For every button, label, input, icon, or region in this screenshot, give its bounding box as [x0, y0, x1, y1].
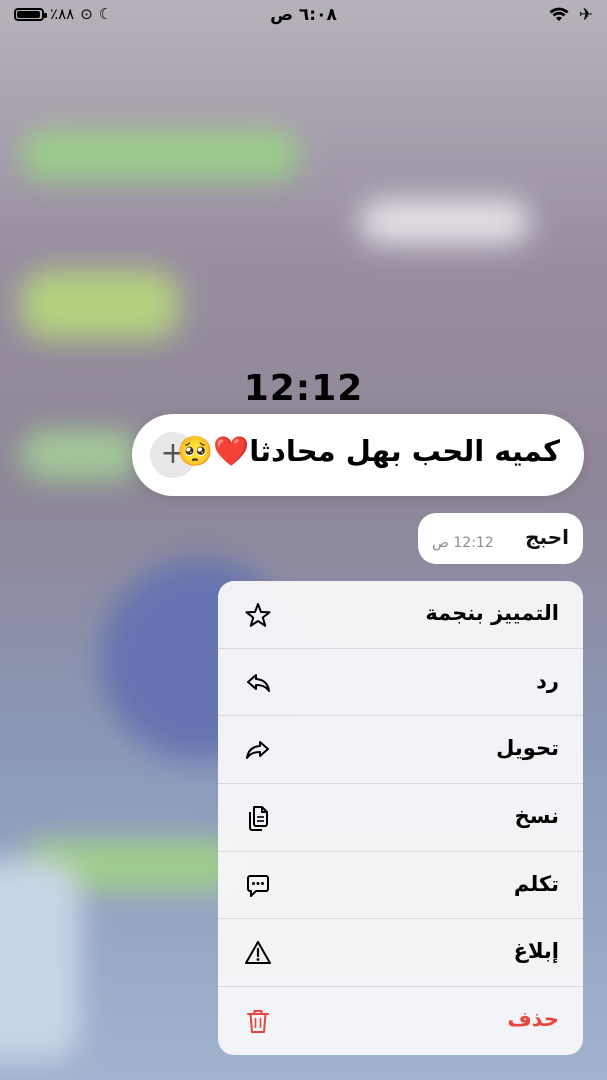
menu-item-report[interactable]: إبلاغ	[218, 919, 583, 988]
reply-icon	[247, 673, 270, 692]
copy-icon	[249, 806, 268, 832]
menu-item-label: حذف	[507, 1007, 559, 1032]
menu-item-delete[interactable]: حذف	[218, 987, 583, 1055]
star-icon	[245, 603, 271, 627]
speech-bubble-icon	[247, 874, 269, 897]
reaction-bar[interactable]: + كميه الحب بهل محادثا❤️🥺	[132, 414, 584, 496]
message-bubble[interactable]: احبج 12:12 ص	[418, 513, 583, 564]
warning-icon	[245, 941, 271, 965]
menu-item-label: تكلم	[513, 871, 559, 896]
status-bar: ٪٨٨ ⊙ ☾ ٦:٠٨ ص ✈	[0, 0, 607, 32]
wifi-icon	[549, 7, 569, 21]
menu-item-forward[interactable]: تحويل	[218, 716, 583, 785]
menu-item-star[interactable]: التمييز بنجمة	[218, 581, 583, 649]
highlighted-message-text: كميه الحب بهل محادثا❤️🥺	[177, 434, 560, 468]
menu-item-label: تحويل	[496, 736, 559, 761]
menu-item-label: التمييز بنجمة	[425, 601, 559, 625]
context-menu: التمييز بنجمة رد تحويل نسخ تكلم إبلاغ حذ…	[218, 581, 583, 1055]
clock: ٦:٠٨ ص	[270, 5, 337, 25]
menu-item-reply[interactable]: رد	[218, 649, 583, 717]
menu-item-label: إبلاغ	[513, 939, 559, 964]
menu-item-copy[interactable]: نسخ	[218, 784, 583, 852]
menu-item-speak[interactable]: تكلم	[218, 852, 583, 920]
forward-icon	[246, 741, 269, 760]
message-time: 12:12 ص	[432, 535, 494, 551]
time-sticker: 12:12	[243, 368, 364, 409]
menu-item-label: رد	[536, 668, 559, 693]
trash-icon	[247, 1010, 269, 1034]
airplane-icon: ✈	[578, 5, 593, 25]
menu-item-label: نسخ	[514, 804, 559, 829]
status-right: ✈	[549, 5, 593, 25]
message-text: احبج	[525, 525, 569, 549]
